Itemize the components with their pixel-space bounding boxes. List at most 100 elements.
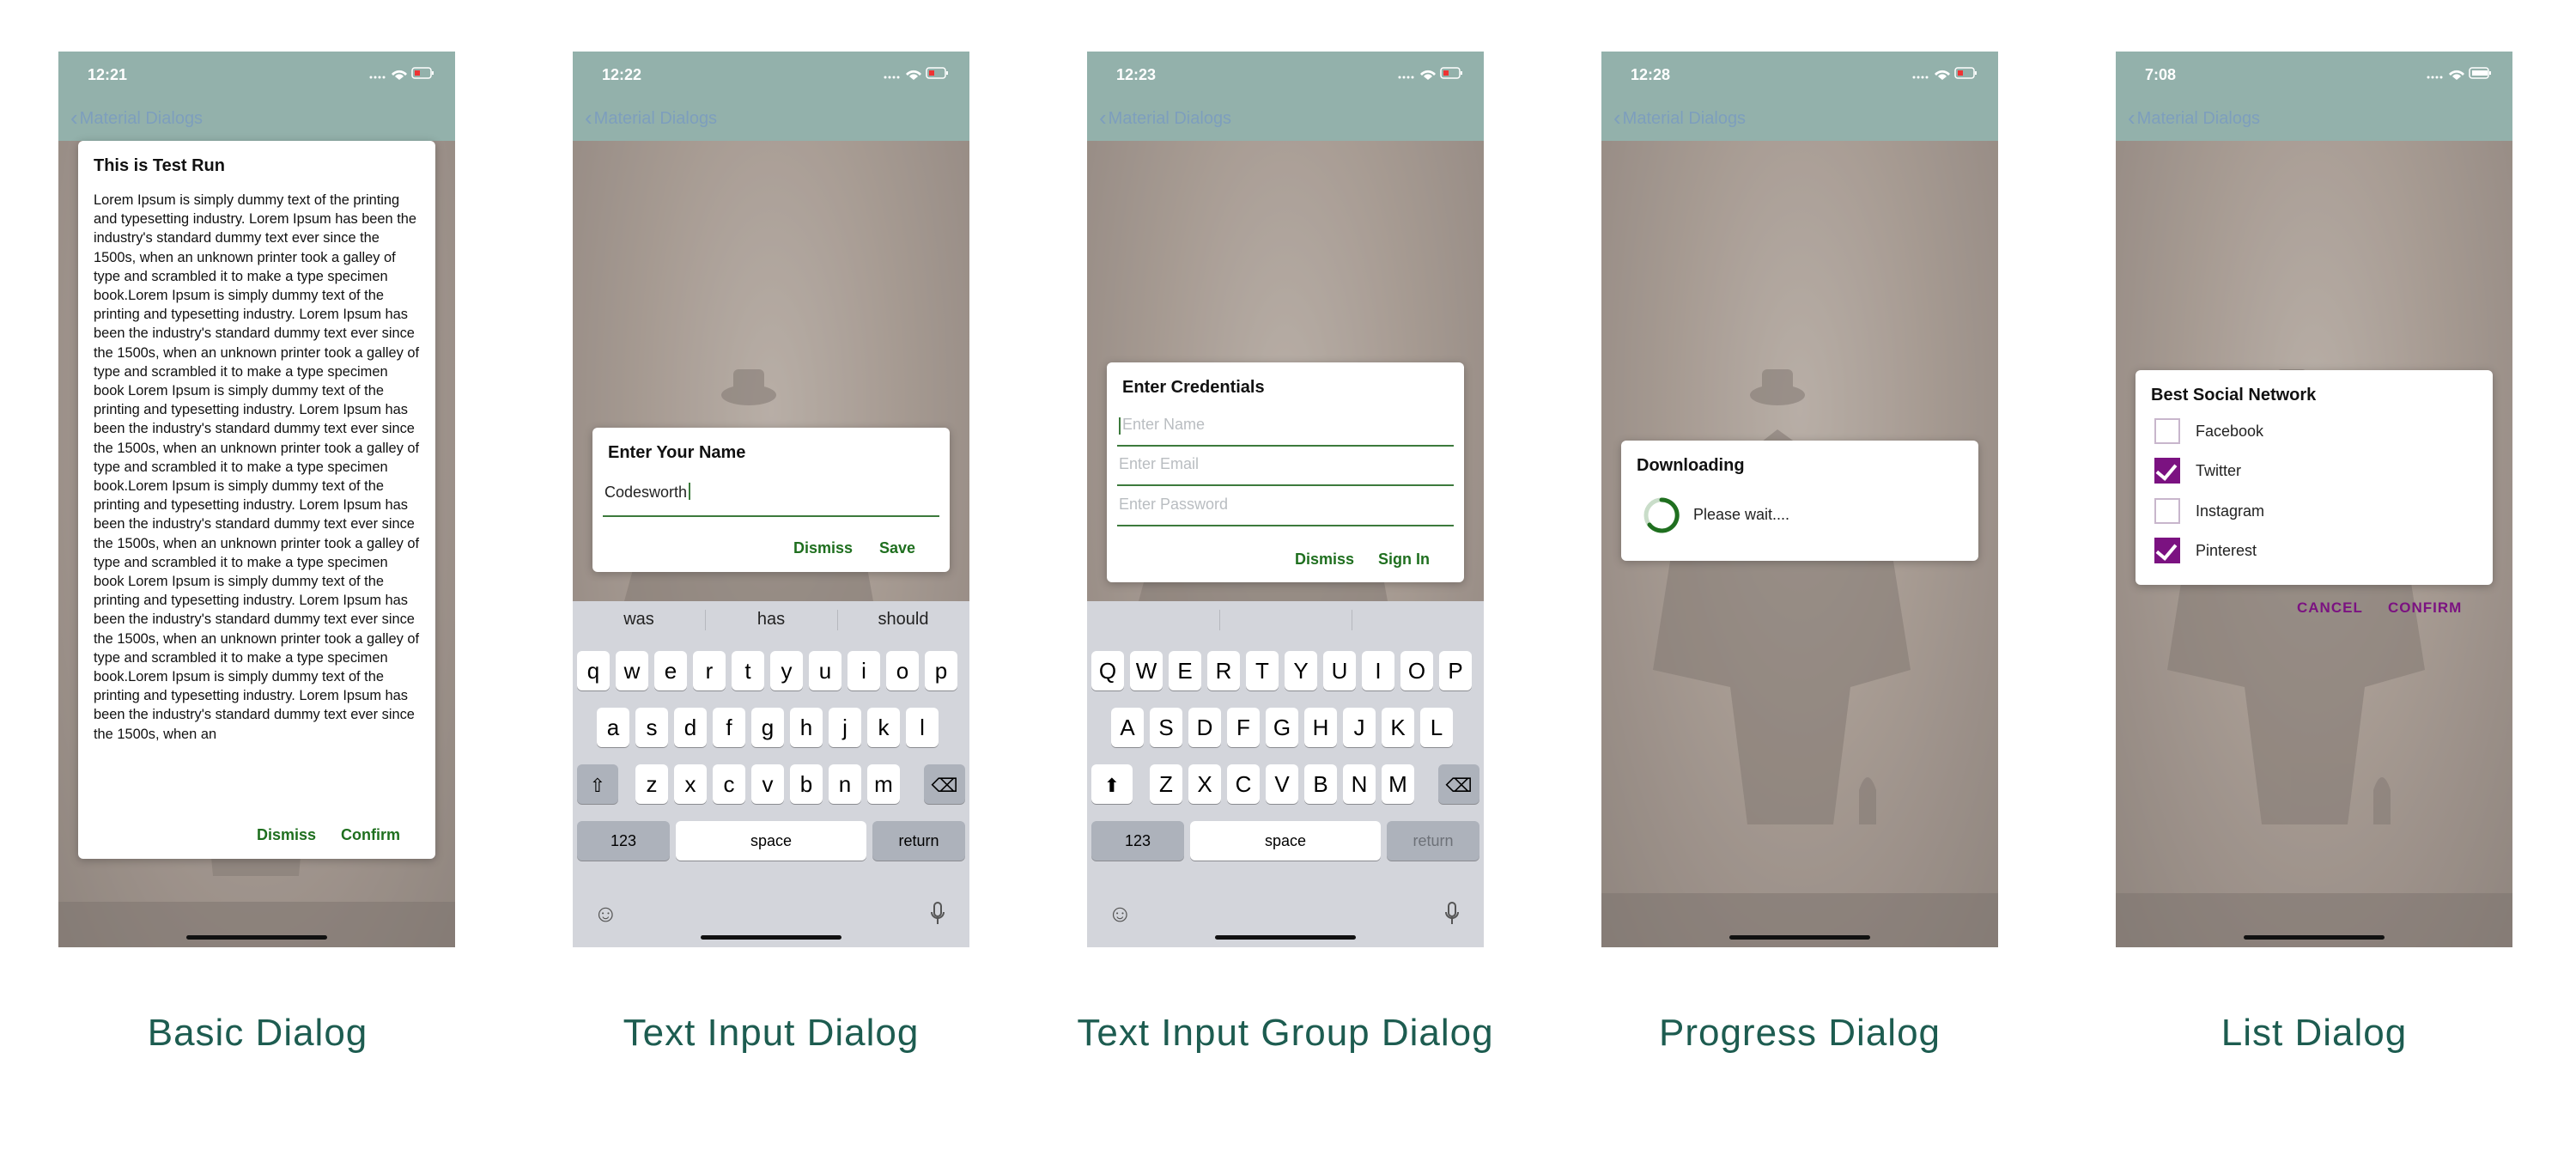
key[interactable]: f: [713, 708, 745, 747]
key[interactable]: P: [1439, 651, 1472, 690]
back-button[interactable]: ‹ Material Dialogs: [1613, 105, 1746, 131]
home-indicator[interactable]: [1729, 935, 1870, 940]
back-button[interactable]: ‹ Material Dialogs: [1099, 105, 1231, 131]
key[interactable]: A: [1111, 708, 1144, 747]
key[interactable]: E: [1169, 651, 1201, 690]
name-input[interactable]: Enter Name: [1122, 416, 1205, 434]
key[interactable]: S: [1150, 708, 1182, 747]
key[interactable]: W: [1130, 651, 1163, 690]
return-key[interactable]: return: [872, 821, 965, 861]
numbers-key[interactable]: 123: [577, 821, 670, 861]
key[interactable]: j: [829, 708, 861, 747]
checkbox-checked[interactable]: [2154, 538, 2180, 563]
key[interactable]: G: [1266, 708, 1298, 747]
suggestion-1[interactable]: was: [573, 610, 705, 630]
return-key[interactable]: return: [1387, 821, 1479, 861]
key[interactable]: Z: [1150, 764, 1182, 804]
delete-key[interactable]: ⌫: [924, 764, 965, 804]
key[interactable]: y: [770, 651, 803, 690]
key[interactable]: u: [809, 651, 841, 690]
key[interactable]: i: [848, 651, 880, 690]
key[interactable]: B: [1304, 764, 1337, 804]
delete-key[interactable]: ⌫: [1438, 764, 1479, 804]
checkbox-unchecked[interactable]: [2154, 418, 2180, 444]
key[interactable]: U: [1323, 651, 1356, 690]
key[interactable]: J: [1343, 708, 1376, 747]
back-button[interactable]: ‹ Material Dialogs: [2128, 105, 2260, 131]
checkbox-unchecked[interactable]: [2154, 498, 2180, 524]
signin-button[interactable]: Sign In: [1378, 551, 1430, 569]
key[interactable]: r: [693, 651, 726, 690]
key[interactable]: o: [886, 651, 919, 690]
key[interactable]: v: [751, 764, 784, 804]
suggestion-3[interactable]: should: [837, 610, 969, 630]
dialog-body: Lorem Ipsum is simply dummy text of the …: [94, 192, 420, 742]
key[interactable]: m: [867, 764, 900, 804]
key[interactable]: s: [635, 708, 668, 747]
home-indicator[interactable]: [701, 935, 841, 940]
key[interactable]: C: [1227, 764, 1260, 804]
key[interactable]: T: [1246, 651, 1279, 690]
password-input[interactable]: Enter Password: [1119, 496, 1228, 514]
key[interactable]: a: [597, 708, 629, 747]
phone-text-input-dialog: 12:22 ‹ Material Dialogs Enter Your Name …: [573, 52, 969, 947]
microphone-icon[interactable]: [1444, 902, 1460, 926]
key[interactable]: c: [713, 764, 745, 804]
back-button[interactable]: ‹ Material Dialogs: [70, 105, 203, 131]
key[interactable]: t: [732, 651, 764, 690]
phone-text-input-group-dialog: 12:23 ‹ Material Dialogs Enter Credential…: [1087, 52, 1484, 947]
key[interactable]: d: [674, 708, 707, 747]
shift-key[interactable]: ⇧: [577, 764, 618, 804]
back-button[interactable]: ‹ Material Dialogs: [585, 105, 717, 131]
key[interactable]: x: [674, 764, 707, 804]
key[interactable]: N: [1343, 764, 1376, 804]
dismiss-button[interactable]: Dismiss: [257, 826, 316, 844]
emoji-icon[interactable]: ☺: [1108, 900, 1133, 928]
key[interactable]: n: [829, 764, 861, 804]
key[interactable]: F: [1227, 708, 1260, 747]
key[interactable]: k: [867, 708, 900, 747]
home-indicator[interactable]: [2244, 935, 2385, 940]
space-key[interactable]: space: [676, 821, 866, 861]
key[interactable]: e: [654, 651, 687, 690]
checkbox-checked[interactable]: [2154, 458, 2180, 484]
cancel-button[interactable]: CANCEL: [2297, 599, 2363, 617]
shift-key[interactable]: ⬆: [1091, 764, 1133, 804]
emoji-icon[interactable]: ☺: [593, 900, 618, 928]
key[interactable]: Q: [1091, 651, 1124, 690]
home-indicator[interactable]: [1215, 935, 1356, 940]
home-indicator[interactable]: [186, 935, 327, 940]
name-input[interactable]: Codesworth: [605, 483, 939, 502]
dismiss-button[interactable]: Dismiss: [1295, 551, 1354, 569]
confirm-button[interactable]: CONFIRM: [2388, 599, 2462, 617]
key[interactable]: M: [1382, 764, 1414, 804]
key[interactable]: I: [1362, 651, 1394, 690]
key[interactable]: H: [1304, 708, 1337, 747]
key[interactable]: O: [1400, 651, 1433, 690]
email-input[interactable]: Enter Email: [1119, 455, 1199, 473]
space-key[interactable]: space: [1190, 821, 1381, 861]
key[interactable]: g: [751, 708, 784, 747]
key[interactable]: X: [1188, 764, 1221, 804]
key[interactable]: Y: [1285, 651, 1317, 690]
key[interactable]: l: [906, 708, 939, 747]
key[interactable]: p: [925, 651, 957, 690]
key[interactable]: L: [1420, 708, 1453, 747]
confirm-button[interactable]: Confirm: [341, 826, 400, 844]
key[interactable]: V: [1266, 764, 1298, 804]
navigation-bar: ‹ Material Dialogs: [2116, 89, 2512, 141]
microphone-icon[interactable]: [930, 902, 945, 926]
key[interactable]: K: [1382, 708, 1414, 747]
numbers-key[interactable]: 123: [1091, 821, 1184, 861]
key[interactable]: D: [1188, 708, 1221, 747]
key[interactable]: b: [790, 764, 823, 804]
key[interactable]: w: [616, 651, 648, 690]
key[interactable]: q: [577, 651, 610, 690]
dismiss-button[interactable]: Dismiss: [793, 539, 853, 557]
progress-message: Please wait....: [1693, 506, 1790, 523]
suggestion-2[interactable]: has: [705, 610, 837, 630]
key[interactable]: R: [1207, 651, 1240, 690]
save-button[interactable]: Save: [879, 539, 915, 557]
key[interactable]: z: [635, 764, 668, 804]
key[interactable]: h: [790, 708, 823, 747]
